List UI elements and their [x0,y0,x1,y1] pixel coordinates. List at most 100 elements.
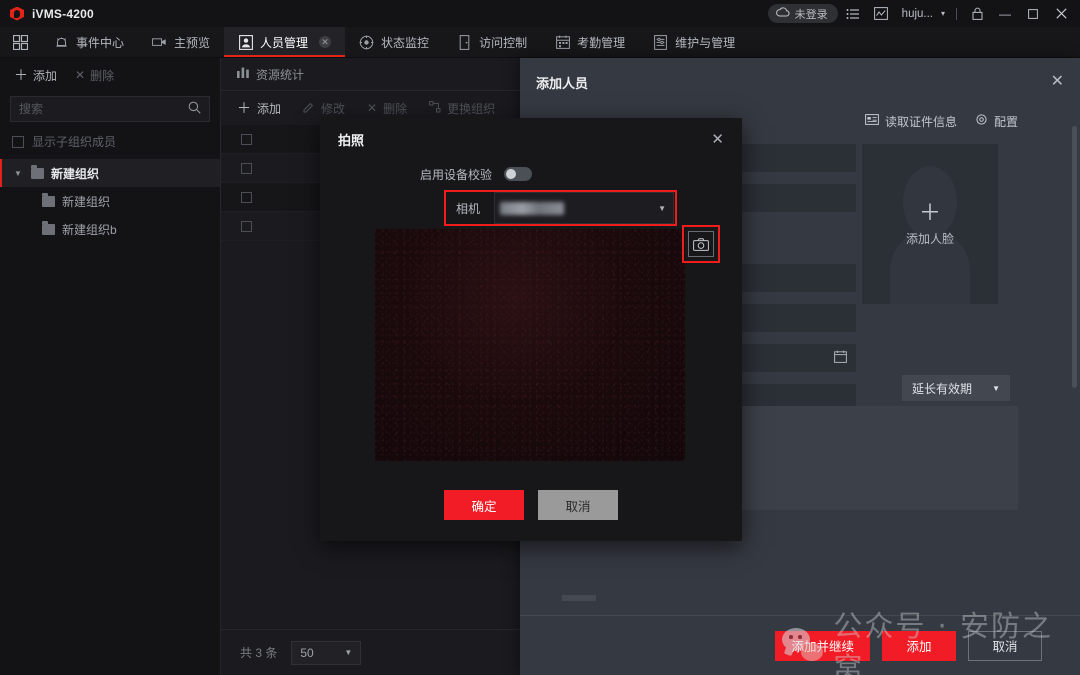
plus-icon: ＋ [14,67,28,83]
user-menu-label[interactable]: huju... [896,8,935,20]
nav-item-person-management[interactable]: 人员管理 ✕ [224,27,346,57]
add-button[interactable]: 添加 [882,630,956,661]
nav-label: 维护与管理 [675,35,736,50]
app-branding: iVMS-4200 [0,6,94,21]
cloud-icon [775,7,790,20]
row-checkbox[interactable] [241,133,252,145]
dialog-scrollbar[interactable] [1072,126,1077,388]
app-title: iVMS-4200 [32,6,94,21]
cloud-login-badge[interactable]: 未登录 [767,4,838,23]
module-nav-bar: 事件中心 主预览 人员管理 ✕ 状态监控 访问控制 考勤管理 维护与管理 [0,27,1080,58]
calendar-icon[interactable] [834,350,847,366]
delete-organization-label: 删除 [90,68,115,83]
close-button[interactable] [1048,3,1074,25]
row-checkbox[interactable] [241,191,252,203]
photo-dialog-footer: 确定 取消 [320,469,742,541]
show-sub-org-label: 显示子组织成员 [32,135,117,149]
nav-tab-close-icon[interactable]: ✕ [319,36,332,48]
search-input[interactable] [19,102,188,116]
photo-dialog-title: 拍照 [338,132,365,148]
door-access-icon [457,34,472,50]
delete-organization-button[interactable]: ✕ 删除 [75,67,114,84]
tree-node-child-2[interactable]: 新建组织b [0,215,220,243]
close-x-icon: ✕ [367,101,378,115]
plus-icon: ＋ [237,100,251,116]
add-organization-button[interactable]: ＋ 添加 [14,67,57,84]
camera-noise-overlay [375,229,685,461]
device-check-toggle[interactable] [504,167,533,181]
show-sub-org-checkbox[interactable] [12,135,24,148]
folder-icon [42,193,55,207]
title-bar-controls: 未登录 huju... ▾ — [767,3,1080,25]
camera-select[interactable]: ▼ [494,192,674,224]
cancel-button[interactable]: 取消 [538,490,618,520]
photo-capture-dialog: 拍照 ✕ 启用设备校验 相机 ▼ 确定 取消 [320,118,742,541]
settings-button[interactable]: 配置 [975,113,1018,130]
alarm-bell-icon [54,35,69,50]
statistics-icon[interactable] [868,3,894,25]
show-sub-org-members-row[interactable]: 显示子组织成员 [0,122,220,159]
page-size-value: 50 [300,645,314,660]
calendar-icon [555,35,570,50]
maximize-button[interactable] [1020,3,1046,25]
swap-org-icon [429,100,441,116]
camera-shutter-icon [693,237,709,251]
read-id-card-button[interactable]: 读取证件信息 [865,113,957,130]
device-check-label: 启用设备校验 [420,167,493,182]
tree-node-child-1[interactable]: 新建组织 [0,187,220,215]
chevron-down-icon[interactable]: ▼ [14,169,24,178]
lock-icon[interactable] [964,3,990,25]
nav-label: 事件中心 [76,35,125,50]
add-face-plus-icon: ＋ [918,199,941,225]
add-person-dialog-footer: 添加并继续 添加 取消 [520,615,1080,675]
id-card-icon [865,114,879,128]
camera-value-redacted [500,201,564,215]
organization-search[interactable] [10,96,210,122]
ghost-text-placeholder [562,595,596,601]
settings-label: 配置 [993,114,1018,129]
add-and-continue-button[interactable]: 添加并继续 [775,630,870,661]
close-x-icon: ✕ [75,68,86,82]
nav-item-event-center[interactable]: 事件中心 [40,27,138,57]
bar-chart-icon [237,67,249,81]
device-check-row: 启用设备校验 [320,160,742,188]
cancel-button[interactable]: 取消 [968,630,1042,661]
apps-grid-icon[interactable] [0,27,40,57]
camera-preview-area [375,229,685,461]
chevron-down-icon: ▼ [658,203,666,213]
add-face-box[interactable]: ＋ 添加人脸 [862,144,998,304]
chevron-down-icon[interactable]: ▾ [937,3,949,25]
close-icon[interactable]: ✕ [711,132,724,147]
nav-item-access-control[interactable]: 访问控制 [443,27,541,57]
minimize-button[interactable]: — [992,3,1018,25]
title-bar: iVMS-4200 未登录 huju... ▾ — [0,0,1080,27]
organization-panel: ＋ 添加 ✕ 删除 显示子组织成员 ▼ 新建组织 [0,58,221,675]
folder-icon [31,165,44,179]
person-card-icon [238,34,253,50]
nav-item-status-monitor[interactable]: 状态监控 [345,27,443,57]
add-person-button[interactable]: ＋ 添加 [237,100,281,117]
extend-validity-select[interactable]: 延长有效期 ▼ [902,375,1010,401]
tree-node-root[interactable]: ▼ 新建组织 [0,159,220,187]
change-organization-button[interactable]: 更换组织 [429,100,495,117]
delete-person-button[interactable]: ✕ 删除 [367,100,407,117]
hikvision-logo-icon [10,6,24,21]
nav-item-maintenance[interactable]: 维护与管理 [639,27,749,57]
close-icon[interactable]: ✕ [1051,74,1064,90]
capture-button[interactable] [688,231,714,257]
toolbar-divider [956,7,957,20]
camera-select-highlight: 相机 ▼ [444,190,677,226]
search-icon[interactable] [188,101,201,117]
page-size-select[interactable]: 50 ▼ [291,640,362,665]
cloud-status-text: 未登录 [794,8,828,21]
row-checkbox[interactable] [241,162,252,174]
user-caret: ▾ [940,9,945,18]
chevron-down-icon: ▼ [992,383,1000,393]
nav-item-attendance[interactable]: 考勤管理 [541,27,639,57]
nav-item-main-preview[interactable]: 主预览 [138,27,224,57]
capture-button-highlight [682,225,720,263]
confirm-button[interactable]: 确定 [444,490,524,520]
edit-person-button[interactable]: 修改 [303,100,345,117]
task-list-icon[interactable] [840,3,866,25]
row-checkbox[interactable] [241,220,252,232]
